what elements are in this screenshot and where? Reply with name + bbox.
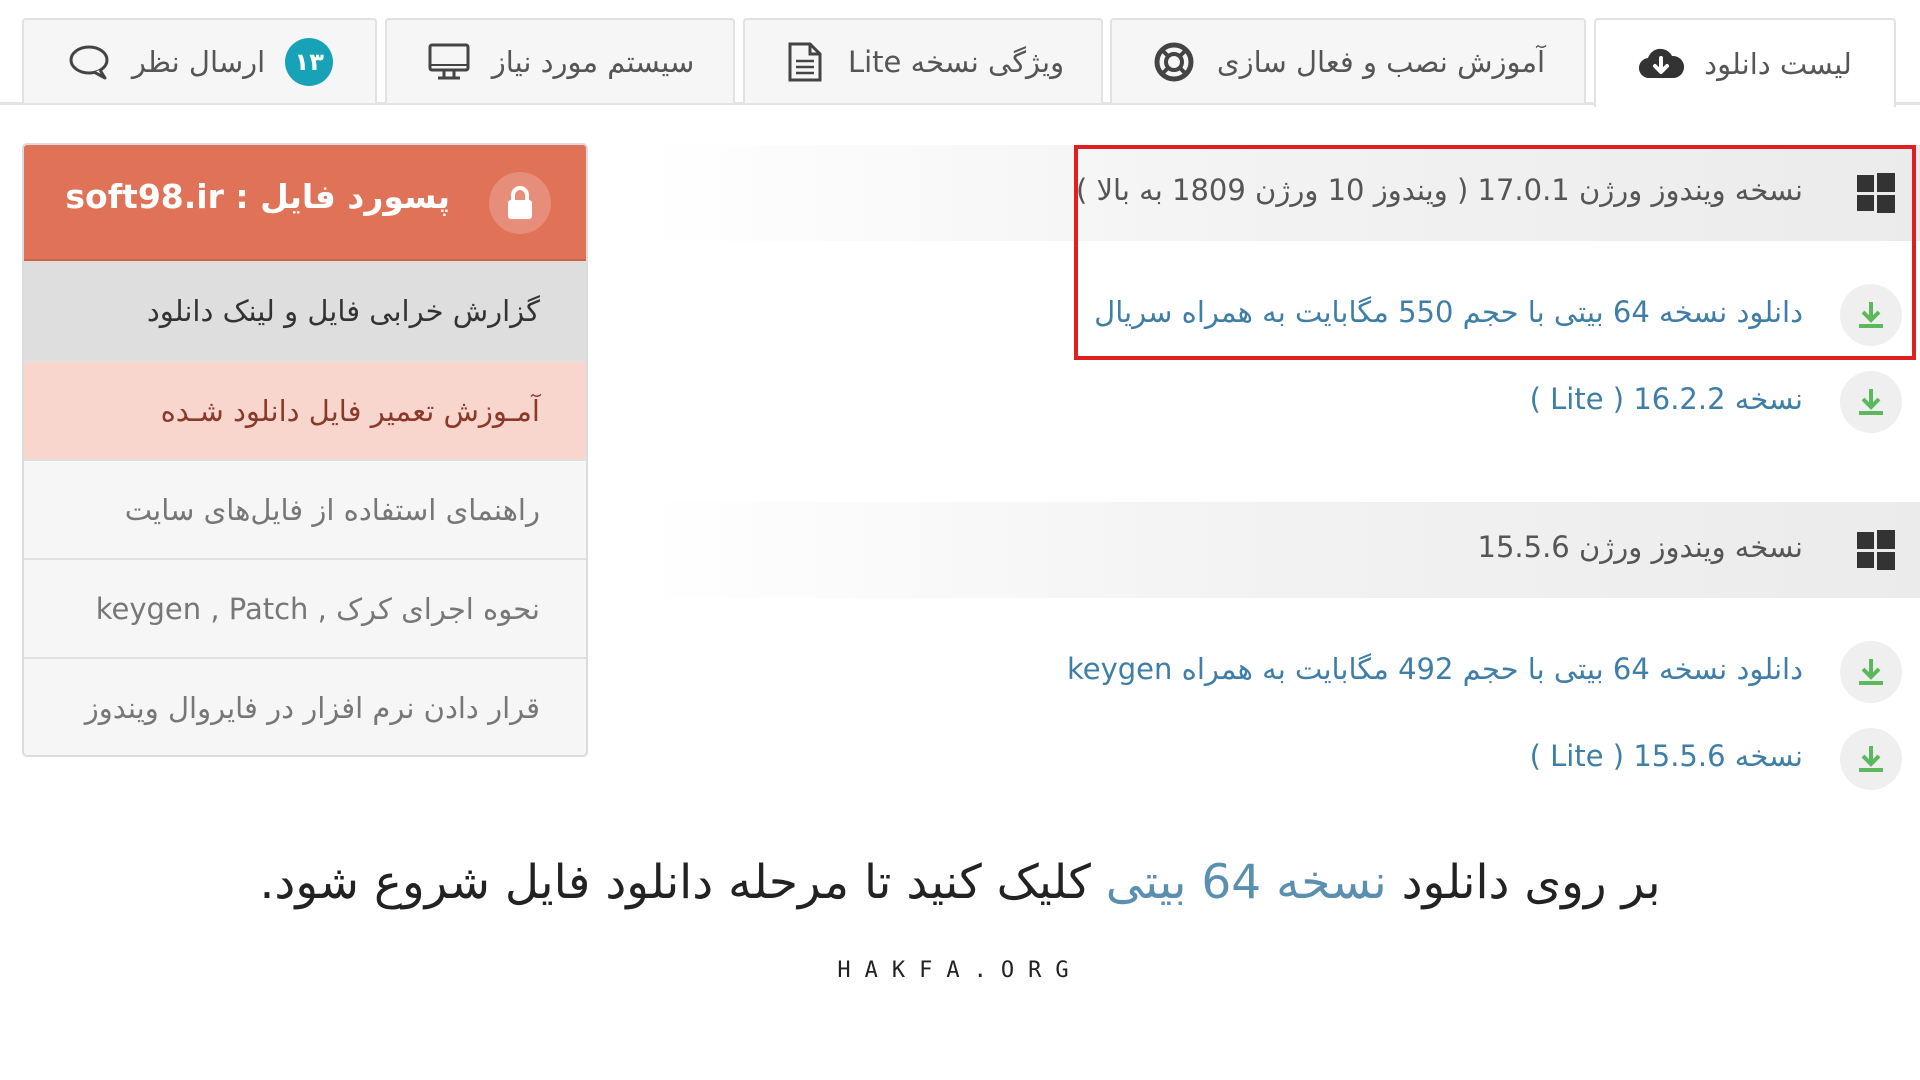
download-arrow-icon[interactable] xyxy=(1840,641,1902,703)
windows-icon xyxy=(1857,530,1895,570)
sidebar-item-firewall-guide[interactable]: قرار دادن نرم افزار در فایروال ویندوز xyxy=(24,657,586,755)
download-arrow-icon[interactable] xyxy=(1840,284,1902,346)
tab-label: ارسال نظر xyxy=(131,44,266,79)
tab-installation-guide[interactable]: آموزش نصب و فعال سازی xyxy=(1110,18,1586,103)
caption-text: کلیک کنید تا مرحله دانلود فایل شروع شود. xyxy=(259,855,1106,910)
download-arrow-icon[interactable] xyxy=(1840,728,1902,790)
version-title: نسخه ویندوز ورژن 17.0.1 ( ویندوز 10 ورژن… xyxy=(1075,173,1803,207)
lock-icon xyxy=(489,172,551,234)
cloud-download-icon xyxy=(1638,41,1685,87)
tab-send-comment[interactable]: ارسال نظر ۱۳ xyxy=(22,18,377,103)
download-arrow-icon[interactable] xyxy=(1840,371,1902,433)
version-title: نسخه ویندوز ورژن 15.5.6 xyxy=(1477,530,1803,564)
sidebar-item-report-broken[interactable]: گزارش خرابی فایل و لینک دانلود xyxy=(24,261,586,360)
sidebar-item-usage-guide[interactable]: راهنمای استفاده از فایل‌های سایت xyxy=(24,459,586,558)
download-link[interactable]: نسخه 16.2.2 ( Lite ) xyxy=(1530,382,1803,416)
lifebuoy-icon xyxy=(1151,39,1197,85)
tab-label: ویژگی نسخه Lite xyxy=(847,44,1065,79)
sidebar-panel: پسورد فایل : soft98.ir گزارش خرابی فایل … xyxy=(22,143,588,757)
sidebar-item-crack-guide[interactable]: نحوه اجرای کرک , keygen , Patch xyxy=(24,558,586,657)
version-header: نسخه ویندوز ورژن 15.5.6 xyxy=(645,502,1920,598)
download-link[interactable]: دانلود نسخه 64 بیتی با حجم 492 مگابایت ب… xyxy=(1067,652,1803,686)
comment-count-badge: ۱۳ xyxy=(285,37,334,86)
download-link[interactable]: نسخه 15.5.6 ( Lite ) xyxy=(1530,739,1803,773)
caption-highlight: نسخه 64 بیتی xyxy=(1105,855,1387,910)
instruction-caption: بر روی دانلود نسخه 64 بیتی کلیک کنید تا … xyxy=(0,855,1920,910)
tab-label: آموزش نصب و فعال سازی xyxy=(1216,44,1546,79)
password-text: پسورد فایل : soft98.ir xyxy=(65,177,450,216)
windows-icon xyxy=(1857,173,1895,213)
tab-lite-features[interactable]: ویژگی نسخه Lite xyxy=(743,18,1103,103)
tab-system-requirements[interactable]: سیستم مورد نیاز xyxy=(385,18,735,103)
tab-label: سیستم مورد نیاز xyxy=(491,44,695,79)
document-icon xyxy=(782,39,828,85)
password-box: پسورد فایل : soft98.ir xyxy=(24,145,586,261)
comment-icon xyxy=(66,39,112,85)
tab-bar: لیست دانلود آموزش نصب و فعال سازی ویژگی … xyxy=(0,0,1920,107)
download-link[interactable]: دانلود نسخه 64 بیتی با حجم 550 مگابایت ب… xyxy=(1094,295,1803,329)
monitor-icon xyxy=(426,39,472,85)
site-watermark: HAKFA.ORG xyxy=(837,958,1083,983)
tab-download-list[interactable]: لیست دانلود xyxy=(1594,18,1896,107)
sidebar-item-repair-guide[interactable]: آمـوزش تعمیر فایل دانلود شـده xyxy=(24,360,586,459)
tab-label: لیست دانلود xyxy=(1704,46,1852,81)
version-header: نسخه ویندوز ورژن 17.0.1 ( ویندوز 10 ورژن… xyxy=(645,145,1920,241)
caption-text: بر روی دانلود xyxy=(1386,855,1661,910)
